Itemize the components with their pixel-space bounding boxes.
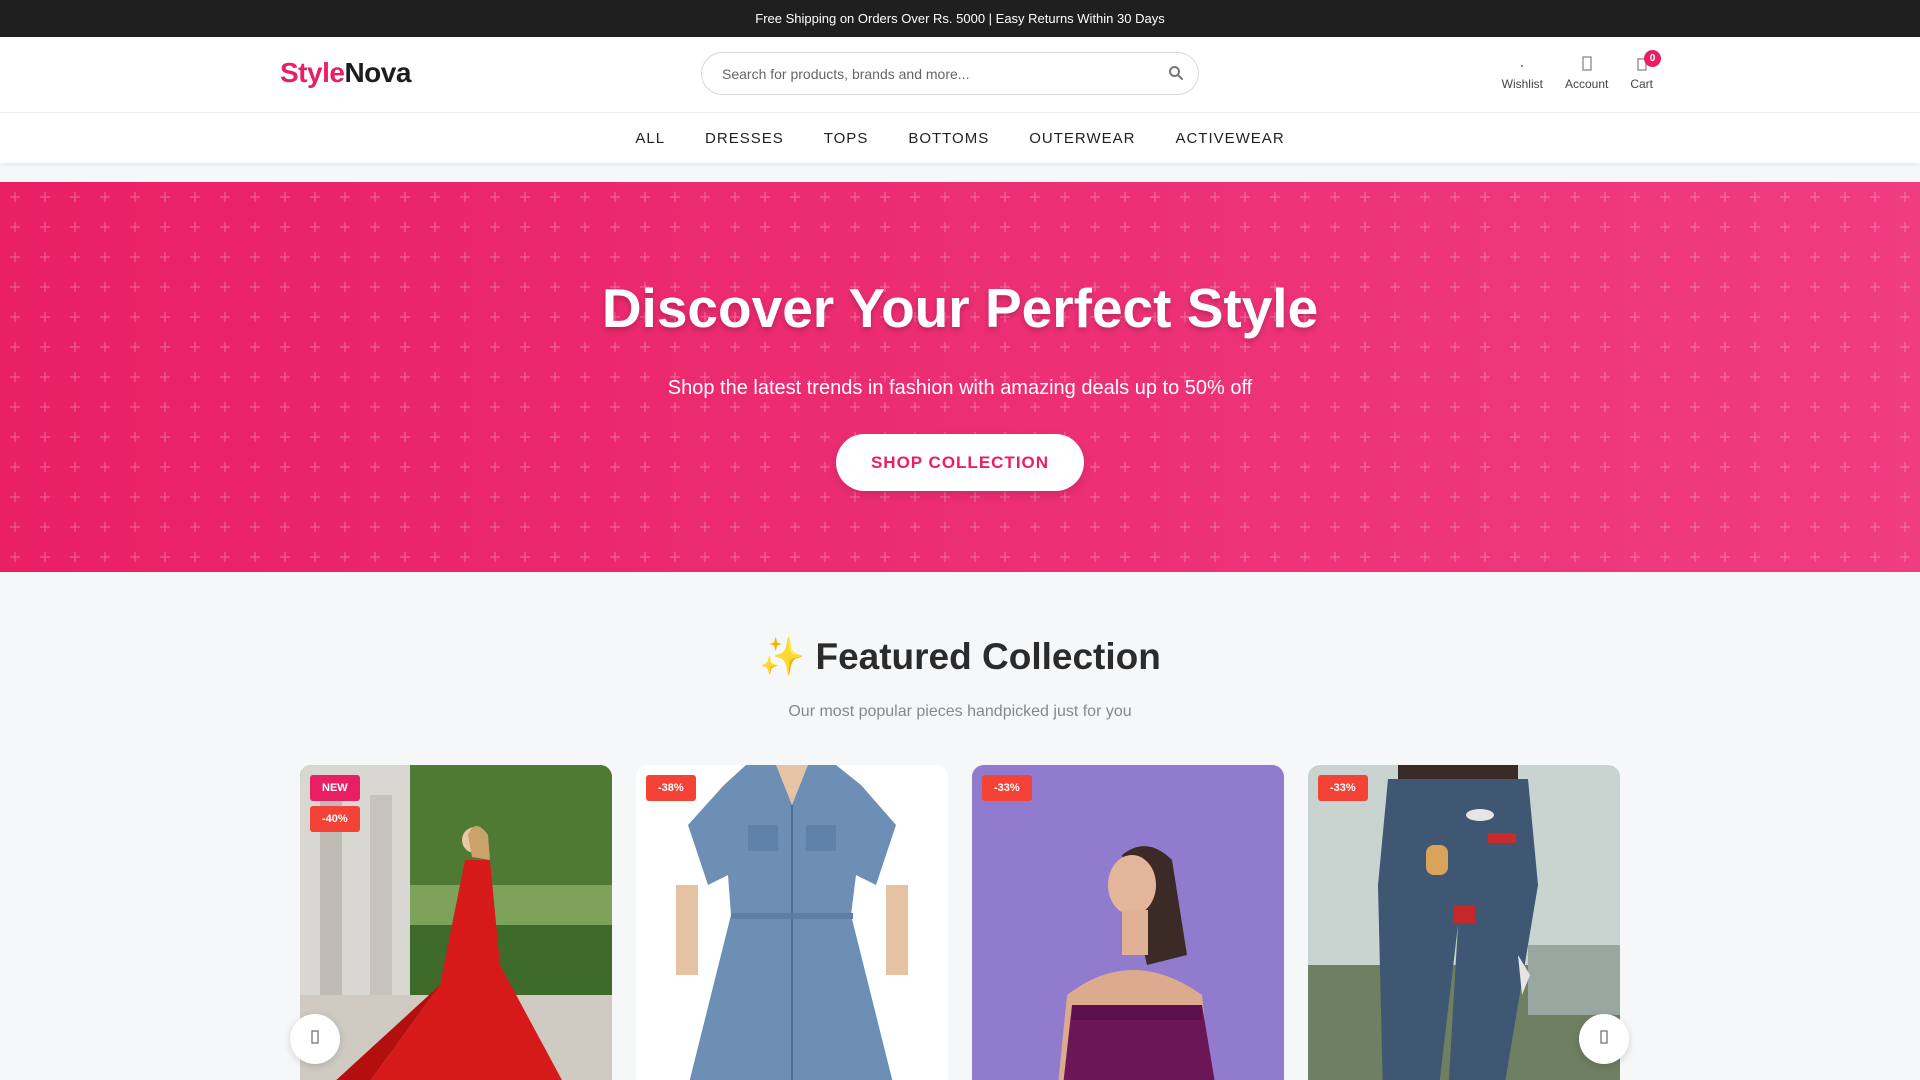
heart-icon xyxy=(1512,53,1532,75)
announcement-bar: Free Shipping on Orders Over Rs. 5000 | … xyxy=(0,0,1920,37)
carousel-next-button[interactable] xyxy=(1579,1014,1629,1064)
discount-badge: -33% xyxy=(982,775,1032,801)
search-input[interactable] xyxy=(702,53,1142,94)
account-button[interactable]: Account xyxy=(1565,53,1608,91)
logo-part-nova: Nova xyxy=(344,57,411,88)
site-header: StyleNova Wishlist Account Cart 0 xyxy=(0,37,1920,112)
product-badges: -33% xyxy=(1318,775,1368,801)
hero-title: Discover Your Perfect Style xyxy=(601,277,1319,339)
search-icon[interactable] xyxy=(1168,65,1184,81)
cart-label: Cart xyxy=(1630,77,1653,91)
user-icon xyxy=(1577,53,1597,75)
header-actions: Wishlist Account Cart 0 xyxy=(1502,50,1661,91)
product-carousel: NEW -40% -38% -33% -33% xyxy=(300,765,1620,1080)
discount-badge: -40% xyxy=(310,806,360,832)
carousel-prev-button[interactable] xyxy=(290,1014,340,1064)
shop-collection-button[interactable]: SHOP COLLECTION xyxy=(836,434,1084,491)
nav-item-dresses[interactable]: DRESSES xyxy=(685,130,804,147)
cart-button[interactable]: Cart 0 xyxy=(1630,50,1661,91)
discount-badge: -38% xyxy=(646,775,696,801)
product-card[interactable]: -33% xyxy=(1308,765,1620,1080)
announcement-text: Free Shipping on Orders Over Rs. 5000 | … xyxy=(755,11,1165,26)
product-badges: NEW -40% xyxy=(310,775,360,832)
product-badges: -33% xyxy=(982,775,1032,801)
patched-jeans-photo xyxy=(1308,765,1620,1080)
nav-item-activewear[interactable]: ACTIVEWEAR xyxy=(1155,130,1304,147)
product-card[interactable]: -33% xyxy=(972,765,1284,1080)
hero-banner: Discover Your Perfect Style Shop the lat… xyxy=(0,182,1920,572)
nav-item-tops[interactable]: TOPS xyxy=(804,130,889,147)
hero-subtitle: Shop the latest trends in fashion with a… xyxy=(667,377,1253,399)
search-bar xyxy=(701,52,1199,95)
product-card[interactable]: NEW -40% xyxy=(300,765,612,1080)
purple-top-photo xyxy=(972,765,1284,1080)
logo-part-style: Style xyxy=(280,57,345,88)
cart-count-badge: 0 xyxy=(1644,50,1661,67)
nav-item-all[interactable]: ALL xyxy=(615,130,685,147)
featured-subtitle: Our most popular pieces handpicked just … xyxy=(788,703,1132,720)
chevron-left-icon xyxy=(310,1029,320,1050)
nav-item-bottoms[interactable]: BOTTOMS xyxy=(888,130,1009,147)
product-badges: -38% xyxy=(646,775,696,801)
category-nav: ALL DRESSES TOPS BOTTOMS OUTERWEAR ACTIV… xyxy=(0,112,1920,163)
new-badge: NEW xyxy=(310,775,360,801)
brand-logo[interactable]: StyleNova xyxy=(280,57,411,89)
product-card[interactable]: -38% xyxy=(636,765,948,1080)
featured-title: ✨ Featured Collection xyxy=(759,636,1161,677)
account-label: Account xyxy=(1564,77,1609,91)
chevron-right-icon xyxy=(1599,1029,1609,1050)
discount-badge: -33% xyxy=(1318,775,1368,801)
wishlist-label: Wishlist xyxy=(1501,77,1543,91)
denim-dress-photo xyxy=(636,765,948,1080)
wishlist-button[interactable]: Wishlist xyxy=(1502,53,1543,91)
nav-item-outerwear[interactable]: OUTERWEAR xyxy=(1009,130,1155,147)
